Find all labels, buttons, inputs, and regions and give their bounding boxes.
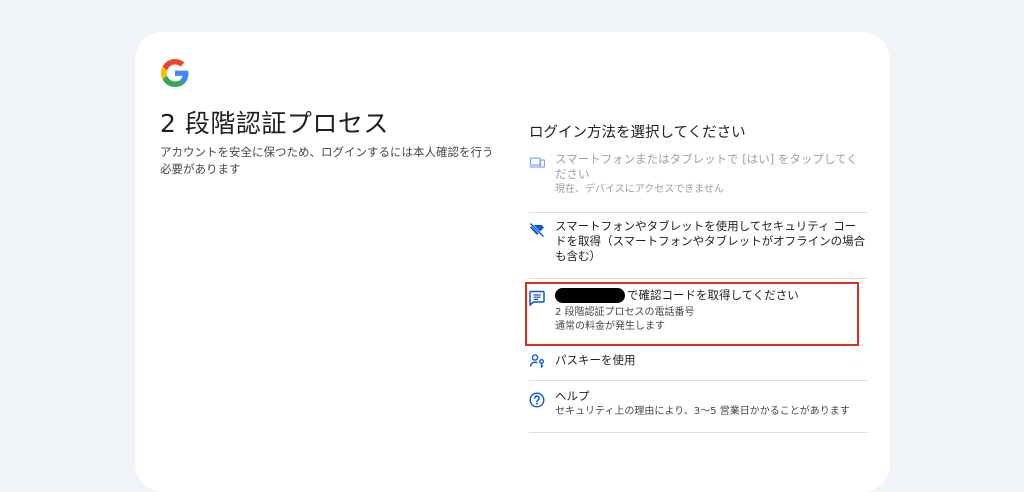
option-passkey[interactable]: パスキーを使用: [529, 342, 867, 381]
options-heading: ログイン方法を選択してください: [529, 125, 746, 141]
highlight-box: [525, 282, 859, 346]
option-help-detail: セキュリティ上の理由により、3〜5 営業日かかることがあります: [555, 406, 850, 417]
help-icon: [529, 392, 545, 408]
page-title: 2 段階認証プロセス: [160, 109, 389, 138]
page-description: アカウントを安全に保つため、ログインするには本人確認を行う必要があります: [160, 145, 494, 176]
signin-card: 2 段階認証プロセス アカウントを安全に保つため、ログインするには本人確認を行う…: [135, 32, 890, 492]
devices-icon: [529, 155, 545, 171]
option-passkey-label: パスキーを使用: [555, 353, 636, 367]
option-help[interactable]: ヘルプ セキュリティ上の理由により、3〜5 営業日かかることがあります: [529, 380, 867, 433]
option-security-code-label: スマートフォンやタブレットを使用してセキュリティ コードを取得（スマートフォンや…: [555, 219, 866, 263]
option-security-code[interactable]: スマートフォンやタブレットを使用してセキュリティ コードを取得（スマートフォンや…: [529, 212, 867, 279]
option-tap-yes: スマートフォンまたはタブレットで [はい] をタップしてください 現在、デバイス…: [529, 152, 867, 213]
option-tap-yes-label: スマートフォンまたはタブレットで [はい] をタップしてください: [555, 152, 858, 181]
option-help-label: ヘルプ: [555, 389, 590, 403]
passkey-icon: [529, 353, 545, 369]
key-off-icon: [529, 222, 545, 238]
option-tap-yes-detail: 現在、デバイスにアクセスできません: [555, 184, 724, 195]
google-logo-icon: [161, 59, 189, 87]
